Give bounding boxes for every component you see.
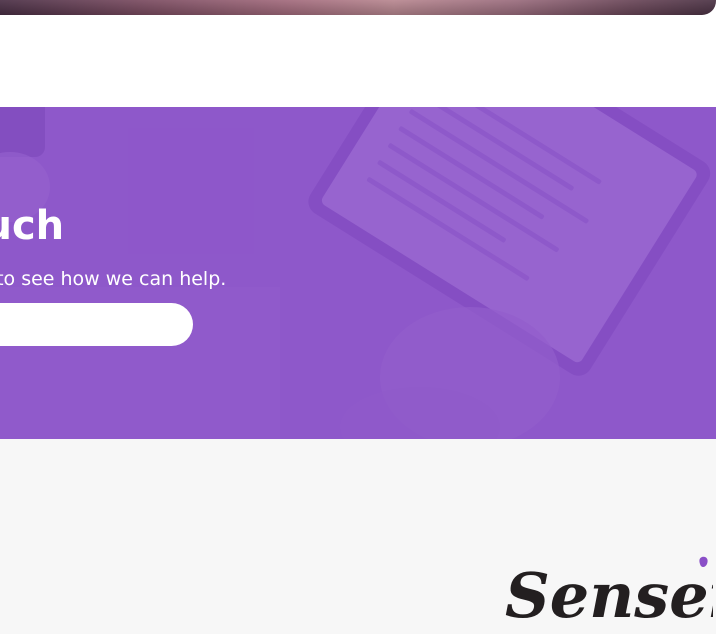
get-in-touch-banner: ouch u to see how we can help. t: [0, 107, 716, 439]
cta-title: ouch: [0, 203, 65, 249]
contact-button[interactable]: t: [0, 303, 193, 346]
section-spacer: [0, 15, 716, 107]
hero-image-bottom-edge: [0, 0, 716, 15]
logo-wordmark: Sensei: [505, 559, 713, 629]
cta-subtitle: u to see how we can help.: [0, 268, 227, 290]
sensei-logo[interactable]: Sensei: [503, 551, 713, 629]
footer: Sensei: [0, 439, 716, 634]
page: ouch u to see how we can help. t Sensei: [0, 0, 716, 634]
